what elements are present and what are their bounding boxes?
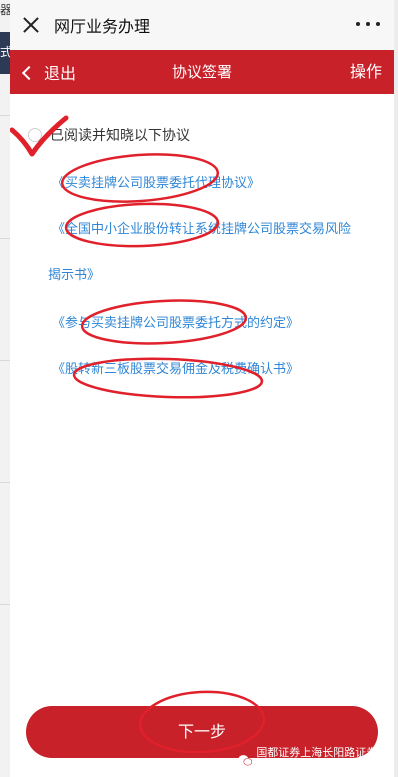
annotation-layer	[10, 115, 266, 754]
agreement-checkbox-row[interactable]: 已阅读并知晓以下协议	[28, 124, 190, 146]
action-button[interactable]: 操作	[350, 50, 382, 94]
background-divider	[0, 238, 10, 239]
watermark: 国都证券上海长阳路证券营业部	[238, 746, 394, 775]
wechat-icon	[238, 755, 253, 766]
document-link[interactable]: 《买卖挂牌公司股票委托代理协议》	[52, 174, 260, 194]
background-divider	[0, 482, 10, 483]
page-header: 退出 协议签署 操作	[10, 50, 394, 94]
document-link[interactable]: 《全国中小企业股份转让系统挂牌公司股票交易风险	[52, 220, 351, 240]
webview-window: 网厅业务办理 退出 协议签署 操作 已阅读并知晓以下协议 《买卖挂牌公司股票委托…	[10, 0, 394, 777]
document-link-continued[interactable]: 揭示书》	[48, 266, 100, 286]
page-title: 协议签署	[171, 63, 232, 81]
webview-top-bar: 网厅业务办理	[10, 0, 394, 50]
document-link[interactable]: 《参与买卖挂牌公司股票委托方式的约定》	[52, 314, 299, 334]
agreement-label: 已阅读并知晓以下协议	[50, 128, 190, 144]
document-link[interactable]: 《股转新三板股票交易佣金及税费确认书》	[52, 360, 299, 380]
agreement-radio[interactable]	[28, 128, 42, 142]
more-icon[interactable]	[356, 20, 380, 28]
watermark-text: 国都证券上海长阳路证券营业部	[256, 746, 389, 775]
background-divider	[0, 115, 10, 116]
close-icon[interactable]	[20, 14, 42, 36]
background-divider	[0, 604, 10, 605]
background-page-strip: 器 式	[0, 0, 12, 777]
background-divider	[0, 360, 10, 361]
webview-title: 网厅业务办理	[54, 17, 151, 36]
